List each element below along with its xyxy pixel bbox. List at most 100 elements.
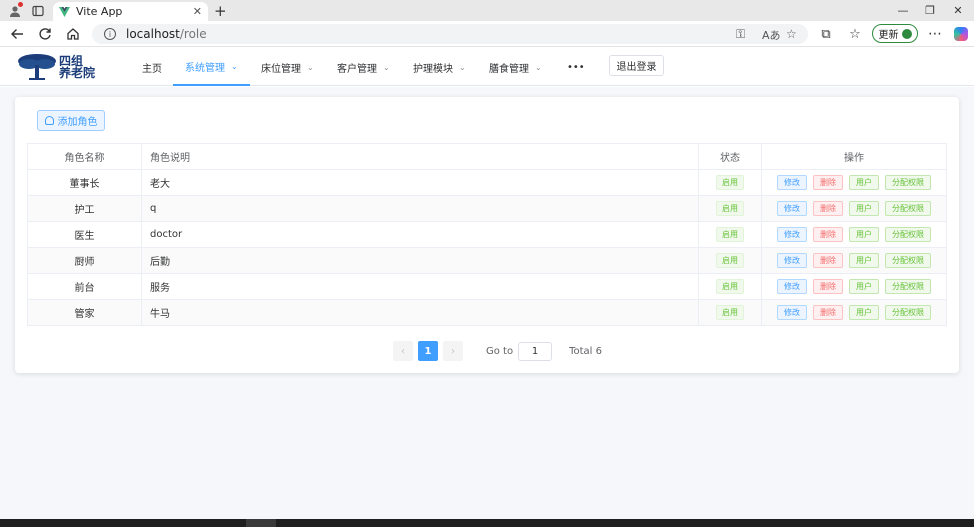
browser-tab-active[interactable]: Vite App ✕	[53, 2, 208, 21]
status-badge: 启用	[716, 175, 744, 190]
menu-nursing[interactable]: 护理模块 ⌄	[413, 48, 466, 86]
edit-button[interactable]: 修改	[777, 175, 807, 190]
role-desc: 后勤	[141, 247, 699, 274]
browser-nav-bar: i localhost/role ⚿ Aあ ☆ ⧉ ☆ 更新 ⋯	[0, 21, 974, 47]
prev-page-icon[interactable]: ‹	[393, 341, 413, 361]
update-status-icon	[901, 28, 912, 39]
role-name: 护工	[27, 195, 142, 222]
read-aloud-icon[interactable]: Aあ	[762, 27, 781, 43]
table-row: 前台 服务 启用 修改 删除 用户 分配权限	[27, 273, 947, 300]
favorites-icon[interactable]: ☆	[846, 25, 864, 43]
status-badge: 启用	[716, 201, 744, 216]
role-name: 董事长	[27, 169, 142, 196]
back-icon[interactable]	[8, 25, 26, 43]
delete-button[interactable]: 删除	[813, 305, 843, 320]
status-badge: 启用	[716, 305, 744, 320]
menu-customers[interactable]: 客户管理 ⌄	[337, 48, 390, 86]
url-host: localhost	[126, 27, 180, 41]
copilot-icon[interactable]	[954, 27, 968, 41]
vue-icon	[59, 6, 70, 17]
update-button[interactable]: 更新	[872, 24, 918, 43]
column-header-name: 角色名称	[27, 143, 142, 170]
status-badge: 启用	[716, 253, 744, 268]
role-card: 添加角色 角色名称 角色说明 状态 操作 董事长 老大 启用 修改 删除 用户 …	[15, 97, 959, 373]
logo[interactable]: 四组 养老院	[17, 52, 129, 82]
browser-tab-bar: Vite App ✕ + — ❐ ✕	[0, 0, 974, 21]
more-menu-icon[interactable]: ⋯	[926, 25, 944, 43]
edit-button[interactable]: 修改	[777, 305, 807, 320]
menu-customers-label: 客户管理	[337, 63, 377, 75]
menu-meals[interactable]: 膳食管理 ⌄	[489, 48, 542, 86]
users-button[interactable]: 用户	[849, 227, 879, 242]
role-desc: q	[141, 195, 699, 222]
role-name: 医生	[27, 221, 142, 248]
assign-permissions-button[interactable]: 分配权限	[885, 227, 931, 242]
tab-actions-icon[interactable]	[30, 3, 46, 19]
users-button[interactable]: 用户	[849, 279, 879, 294]
favorite-star-icon[interactable]: ☆	[786, 27, 797, 41]
menu-system-label: 系统管理	[185, 62, 225, 74]
column-header-status: 状态	[698, 143, 762, 170]
delete-button[interactable]: 删除	[813, 279, 843, 294]
role-desc: 牛马	[141, 299, 699, 326]
users-button[interactable]: 用户	[849, 305, 879, 320]
delete-button[interactable]: 删除	[813, 227, 843, 242]
window-minimize-icon[interactable]: —	[893, 3, 913, 17]
window-maximize-icon[interactable]: ❐	[920, 3, 940, 17]
tree-logo-icon	[18, 54, 56, 80]
assign-permissions-button[interactable]: 分配权限	[885, 175, 931, 190]
assign-permissions-button[interactable]: 分配权限	[885, 201, 931, 216]
page-number-current[interactable]: 1	[418, 341, 438, 361]
taskbar-item[interactable]	[246, 519, 276, 527]
menu-beds-label: 床位管理	[261, 63, 301, 75]
chevron-down-icon: ⌄	[459, 62, 466, 72]
home-icon[interactable]	[64, 25, 82, 43]
menu-system[interactable]: 系统管理 ⌄	[173, 48, 250, 86]
menu-home-label: 主页	[142, 63, 162, 75]
extensions-icon[interactable]: ⧉	[817, 25, 835, 43]
chevron-down-icon: ⌄	[231, 61, 238, 71]
os-taskbar	[0, 519, 974, 527]
next-page-icon[interactable]: ›	[443, 341, 463, 361]
menu-nursing-label: 护理模块	[413, 63, 453, 75]
profile-icon[interactable]	[7, 2, 23, 19]
role-desc: 老大	[141, 169, 699, 196]
add-role-button[interactable]: 添加角色	[37, 110, 105, 131]
menu-home[interactable]: 主页	[142, 48, 162, 86]
delete-button[interactable]: 删除	[813, 253, 843, 268]
refresh-icon[interactable]	[36, 25, 54, 43]
users-button[interactable]: 用户	[849, 201, 879, 216]
goto-page-input[interactable]	[518, 341, 553, 361]
status-badge: 启用	[716, 227, 744, 242]
edit-button[interactable]: 修改	[777, 279, 807, 294]
key-icon[interactable]: ⚿	[736, 27, 745, 42]
table-row: 管家 牛马 启用 修改 删除 用户 分配权限	[27, 299, 947, 326]
edit-button[interactable]: 修改	[777, 253, 807, 268]
assign-permissions-button[interactable]: 分配权限	[885, 305, 931, 320]
app-header: 四组 养老院 主页 系统管理 ⌄ 床位管理 ⌄ 客户管理 ⌄ 护理模块 ⌄ 膳食…	[0, 48, 974, 86]
update-label: 更新	[878, 30, 899, 41]
assign-permissions-button[interactable]: 分配权限	[885, 279, 931, 294]
table-row: 护工 q 启用 修改 删除 用户 分配权限	[27, 195, 947, 222]
logo-line2: 养老院	[59, 66, 96, 80]
users-button[interactable]: 用户	[849, 175, 879, 190]
goto-label: Go to	[486, 345, 514, 357]
chevron-down-icon: ⌄	[307, 62, 314, 72]
window-close-icon[interactable]: ✕	[948, 3, 968, 17]
menu-more[interactable]: •••	[567, 48, 585, 86]
tab-close-icon[interactable]: ✕	[193, 5, 202, 18]
menu-beds[interactable]: 床位管理 ⌄	[261, 48, 314, 86]
edit-button[interactable]: 修改	[777, 227, 807, 242]
tab-title: Vite App	[76, 5, 123, 18]
menu-meals-label: 膳食管理	[489, 63, 529, 75]
delete-button[interactable]: 删除	[813, 201, 843, 216]
edit-button[interactable]: 修改	[777, 201, 807, 216]
site-info-icon[interactable]: i	[104, 28, 116, 40]
assign-permissions-button[interactable]: 分配权限	[885, 253, 931, 268]
delete-button[interactable]: 删除	[813, 175, 843, 190]
new-tab-icon[interactable]: +	[214, 2, 227, 20]
logout-button[interactable]: 退出登录	[609, 55, 664, 76]
users-button[interactable]: 用户	[849, 253, 879, 268]
address-bar[interactable]: i localhost/role ⚿ Aあ ☆	[92, 24, 808, 44]
status-badge: 启用	[716, 279, 744, 294]
